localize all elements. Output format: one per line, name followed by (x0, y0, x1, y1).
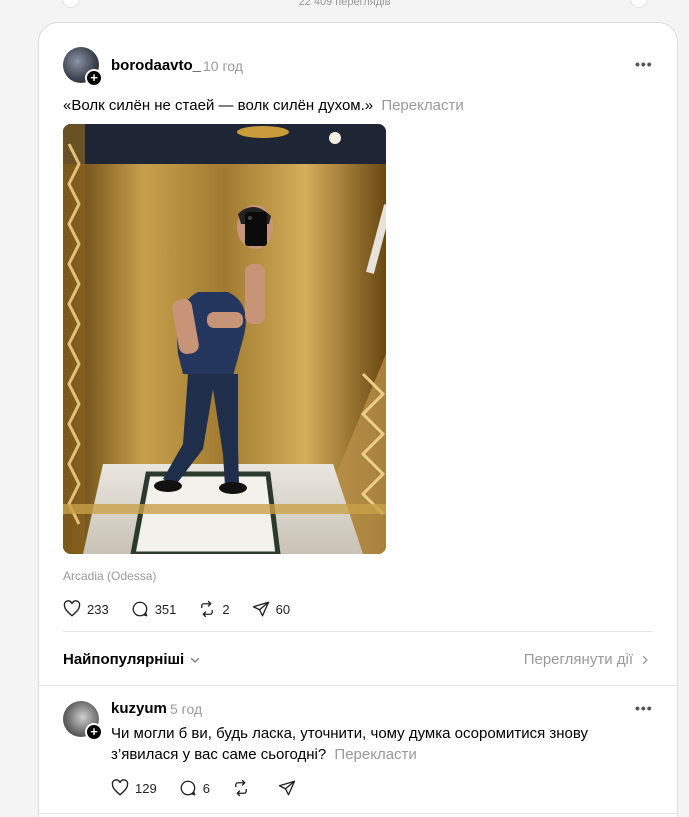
comment-button[interactable]: 6 (179, 779, 210, 797)
more-icon[interactable]: ••• (635, 56, 653, 72)
sort-label: Найпопулярніші (63, 651, 185, 668)
post-avatar[interactable]: + (63, 47, 103, 87)
share-count: 60 (275, 601, 291, 617)
more-icon[interactable]: ••• (635, 700, 653, 716)
comment-count: 6 (202, 780, 210, 796)
post-quote: «Волк силён не стаей — волк силён духом.… (63, 97, 374, 114)
sort-dropdown[interactable]: Найпопулярніші (63, 651, 201, 668)
share-icon (278, 780, 296, 796)
previous-post-views: 22 409 переглядів (298, 0, 391, 8)
post-username[interactable]: borodaavto_ (111, 57, 201, 74)
like-count: 233 (87, 601, 109, 617)
chevron-right-icon (642, 655, 648, 664)
like-button[interactable]: 129 (111, 779, 157, 797)
plus-icon[interactable]: + (85, 723, 103, 741)
post-actions: 233 351 2 60 (63, 600, 312, 618)
comment-icon (180, 780, 196, 796)
divider (63, 631, 653, 632)
repost-count: 2 (222, 601, 230, 617)
feed-card: + borodaavto_ 10 год ••• «Волк силён не … (38, 22, 678, 817)
plus-icon[interactable]: + (85, 69, 103, 87)
repost-button[interactable]: 2 (198, 600, 230, 618)
view-activity-link[interactable]: Переглянути дії (524, 651, 651, 668)
translate-link[interactable]: Перекласти (381, 97, 463, 114)
like-button[interactable]: 233 (63, 600, 109, 618)
post-time[interactable]: 10 год (203, 58, 243, 74)
heart-icon (63, 600, 81, 617)
comment-button[interactable]: 351 (131, 600, 177, 618)
translate-link[interactable]: Перекласти (334, 746, 416, 763)
reply-username[interactable]: kuzyum (111, 700, 167, 717)
like-count: 129 (135, 780, 157, 796)
repost-icon (201, 600, 214, 618)
chevron-down-icon (191, 657, 200, 663)
elevator-selfie-illustration (63, 124, 386, 554)
reply-actions: 129 6 (111, 779, 324, 797)
reply-time[interactable]: 5 год (170, 701, 202, 717)
view-activity-label: Переглянути дії (523, 651, 633, 668)
repost-button[interactable] (232, 779, 256, 797)
post-photo[interactable] (63, 124, 386, 554)
top-strip: 22 409 переглядів (0, 0, 689, 14)
share-button[interactable]: 60 (252, 600, 290, 618)
share-icon (252, 601, 269, 617)
comment-icon (132, 601, 148, 617)
divider (39, 813, 677, 814)
share-button[interactable] (278, 779, 302, 797)
repost-icon (235, 779, 247, 797)
divider (39, 685, 677, 686)
reply-avatar[interactable]: + (63, 701, 103, 741)
reply-text: Чи могли б ви, будь ласка, уточнити, чом… (111, 723, 631, 765)
comment-count: 351 (154, 601, 177, 617)
heart-icon (111, 779, 129, 796)
post-location[interactable]: Arcadia (Odessa) (63, 569, 156, 583)
post-text: «Волк силён не стаей — волк силён духом.… (63, 97, 464, 114)
